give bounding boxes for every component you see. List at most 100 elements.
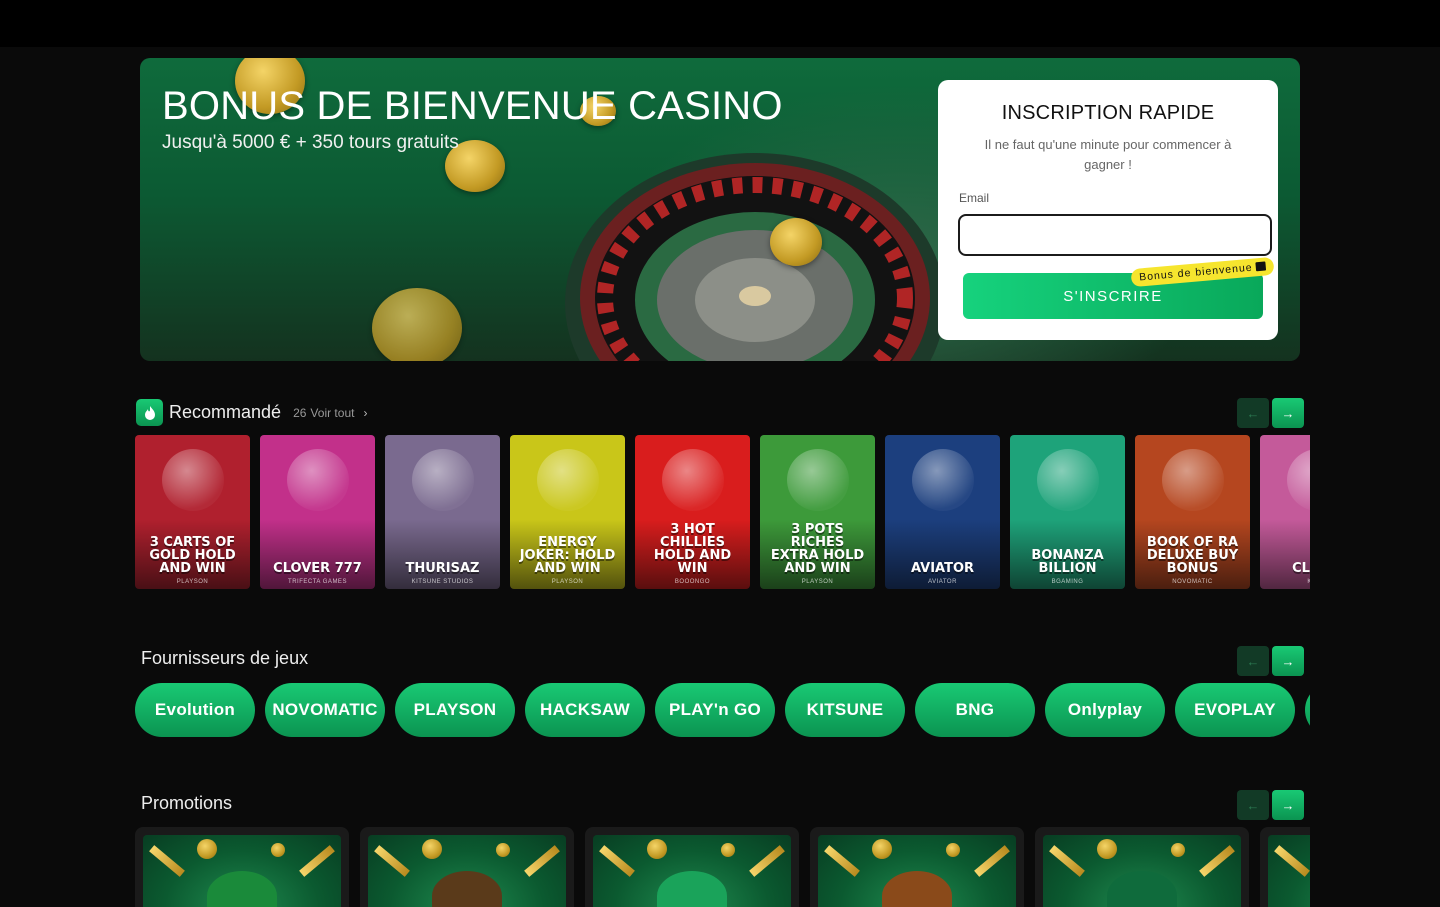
promotion-card[interactable] xyxy=(1035,827,1249,907)
game-provider: NOVOMATIC xyxy=(1172,579,1213,585)
provider-logo[interactable]: KITSUNE xyxy=(785,683,905,737)
signup-button[interactable]: S'INSCRIRE xyxy=(963,273,1263,319)
provider-logo[interactable]: Onlyplay xyxy=(1045,683,1165,737)
promotion-image xyxy=(818,835,1016,907)
coin-decoration xyxy=(721,843,735,857)
game-title: Thurisaz xyxy=(405,561,480,576)
arrow-left-icon[interactable]: ← xyxy=(1237,646,1269,676)
coin-decoration xyxy=(647,839,667,859)
game-artwork xyxy=(911,449,974,511)
arrow-right-icon[interactable]: → xyxy=(1272,398,1304,428)
game-title: Clover 777 xyxy=(273,561,362,576)
promotion-image xyxy=(593,835,791,907)
light-ray-decoration xyxy=(1049,845,1085,877)
provider-name: BNG xyxy=(955,700,995,719)
game-artwork xyxy=(286,449,349,511)
game-provider: PLAYSON xyxy=(176,579,209,585)
arrow-left-icon[interactable]: ← xyxy=(1237,398,1269,428)
hero-title: BONUS DE BIENVENUE CASINO xyxy=(162,84,783,128)
promotions-carousel xyxy=(135,827,1310,907)
game-card[interactable]: Clover 777 TRIFECTA GAMES xyxy=(260,435,375,589)
provider-logo[interactable]: Evolution xyxy=(135,683,255,737)
game-provider: PLAYSON xyxy=(801,579,834,585)
provider-name: EVOPLAY xyxy=(1194,700,1276,719)
provider-logo[interactable]: PLAYSON xyxy=(395,683,515,737)
signup-note: Il ne faut qu'une minute pour commencer … xyxy=(984,137,1232,172)
game-card[interactable]: 3 Carts of Gold Hold and Win PLAYSON xyxy=(135,435,250,589)
promotion-card[interactable] xyxy=(585,827,799,907)
game-card[interactable]: Book of Ra Deluxe Buy Bonus NOVOMATIC xyxy=(1135,435,1250,589)
provider-logo[interactable]: BNG xyxy=(915,683,1035,737)
provider-name: NOVOMATIC xyxy=(272,700,378,719)
provider-name: Onlyplay xyxy=(1067,700,1143,719)
hero-subtitle: Jusqu'à 5000 € + 350 tours gratuits xyxy=(162,132,459,153)
light-ray-decoration xyxy=(749,845,785,877)
gift-icon xyxy=(1255,261,1266,272)
promotion-image xyxy=(143,835,341,907)
coin-decoration xyxy=(770,218,822,266)
game-card[interactable]: Bonanza Billion BGAMING xyxy=(1010,435,1125,589)
provider-logo[interactable] xyxy=(1305,683,1310,737)
light-ray-decoration xyxy=(299,845,335,877)
providers-carousel-controls: ← → xyxy=(1237,646,1304,676)
game-provider: BOOONGO xyxy=(674,579,711,585)
game-artwork xyxy=(786,449,849,511)
provider-name: HACKSAW xyxy=(540,700,630,719)
promotions-title: Promotions xyxy=(141,793,233,813)
promotion-card[interactable] xyxy=(360,827,574,907)
promotion-image xyxy=(368,835,566,907)
game-card[interactable]: Energy Joker: Hold and Win PLAYSON xyxy=(510,435,625,589)
promotion-object xyxy=(657,871,727,907)
providers-header: Fournisseurs de jeux xyxy=(141,648,308,669)
game-provider: BGAMING xyxy=(1051,579,1084,585)
game-artwork xyxy=(411,449,474,511)
provider-logo[interactable]: NOVOMATIC xyxy=(265,683,385,737)
signup-card: INSCRIPTION RAPIDE Il ne faut qu'une min… xyxy=(938,80,1278,340)
provider-logo[interactable]: PLAY'n GO xyxy=(655,683,775,737)
promotion-object xyxy=(432,871,502,907)
provider-logo[interactable]: EVOPLAY xyxy=(1175,683,1295,737)
game-artwork xyxy=(1161,449,1224,511)
promotion-object xyxy=(1107,871,1177,907)
provider-name: Evolution xyxy=(154,700,236,719)
promotion-card[interactable] xyxy=(135,827,349,907)
game-card[interactable]: 3 Pots Riches Extra Hold and Win PLAYSON xyxy=(760,435,875,589)
game-title: 3 Pots Riches Extra Hold and Win xyxy=(770,522,865,576)
game-card[interactable]: 3 Hot Chillies Hold and Win BOOONGO xyxy=(635,435,750,589)
game-provider: KITSUNE STUDIOS xyxy=(411,579,474,585)
game-title: Cl Cae xyxy=(1292,561,1310,576)
game-card[interactable]: Aviator AVIATOR xyxy=(885,435,1000,589)
provider-name: KITSUNE xyxy=(806,700,884,719)
email-label: Email xyxy=(959,191,990,205)
coin-decoration xyxy=(422,839,442,859)
recommended-title: Recommandé xyxy=(169,402,282,422)
coin-decoration xyxy=(946,843,960,857)
coin-decoration xyxy=(372,288,462,361)
game-artwork xyxy=(1286,449,1310,511)
provider-logo[interactable]: HACKSAW xyxy=(525,683,645,737)
promotions-carousel-controls: ← → xyxy=(1237,790,1304,820)
recommended-carousel-controls: ← → xyxy=(1237,398,1304,428)
promotions-header: Promotions xyxy=(141,793,232,814)
see-all-link[interactable]: Voir tout › xyxy=(310,406,367,420)
providers-carousel: Evolution NOVOMATIC PLAYSON HACKSAW PLAY'n G… xyxy=(135,683,1310,741)
game-card[interactable]: Thurisaz KITSUNE STUDIOS xyxy=(385,435,500,589)
game-artwork xyxy=(1036,449,1099,511)
game-provider: TRIFECTA GAMES xyxy=(288,579,347,585)
light-ray-decoration xyxy=(599,845,635,877)
arrow-right-icon[interactable]: → xyxy=(1272,646,1304,676)
signup-title: INSCRIPTION RAPIDE xyxy=(1001,102,1215,124)
coin-decoration xyxy=(1097,839,1117,859)
email-field[interactable] xyxy=(958,214,1272,256)
game-title: Energy Joker: Hold and Win xyxy=(519,535,616,576)
promotion-card[interactable] xyxy=(1260,827,1310,907)
light-ray-decoration xyxy=(974,845,1010,877)
promotion-object xyxy=(207,871,277,907)
arrow-left-icon[interactable]: ← xyxy=(1237,790,1269,820)
coin-decoration xyxy=(496,843,510,857)
arrow-right-icon[interactable]: → xyxy=(1272,790,1304,820)
promotion-image xyxy=(1043,835,1241,907)
promotion-card[interactable] xyxy=(810,827,1024,907)
game-card[interactable]: Cl Cae KITSU xyxy=(1260,435,1310,589)
game-provider: KITSU xyxy=(1307,579,1310,585)
